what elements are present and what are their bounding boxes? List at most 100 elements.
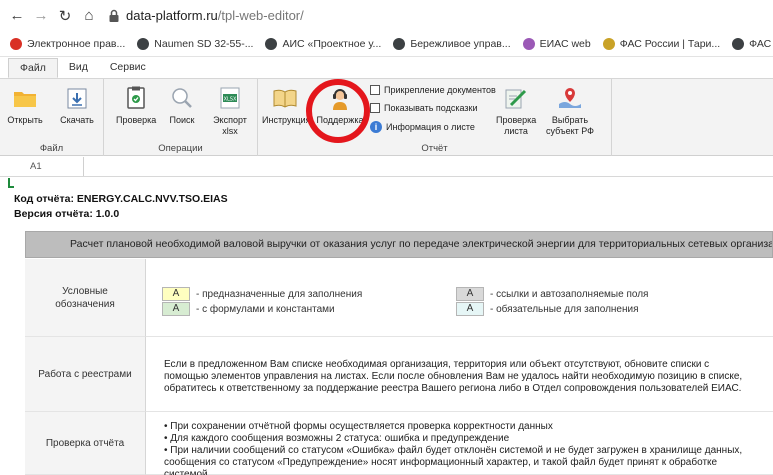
group-label-operations: Операции	[158, 143, 203, 154]
formula-bar: A1	[0, 157, 773, 177]
legend-text: - с формулами и константами	[196, 303, 335, 315]
report-version: Версия отчёта: 1.0.0	[14, 208, 120, 220]
bookmark-label: Naumen SD 32-55-...	[154, 37, 254, 50]
registry-body: Если в предложенном Вам списке необходим…	[146, 337, 773, 412]
bookmark-item[interactable]: ФАС России | Разъ...	[732, 37, 773, 50]
menu-tab-view[interactable]: Вид	[58, 58, 99, 78]
legend-title-line2: обозначения	[55, 298, 115, 310]
bookmark-item[interactable]: ФАС России | Тари...	[602, 37, 721, 50]
check-sheet-label-2: листа	[504, 126, 528, 136]
legend-text: - обязательные для заполнения	[490, 303, 639, 315]
export-label-2: xlsx	[222, 126, 238, 136]
attach-docs-checkbox[interactable]: Прикрепление документов	[370, 85, 496, 95]
bookmark-label: Бережливое управ...	[410, 37, 511, 50]
folder-icon	[12, 85, 38, 111]
legend-item-formulas: А - с формулами и константами	[162, 302, 335, 316]
check-sheet-button[interactable]: Проверка листа	[496, 85, 536, 137]
sheet-info-label: Информация о листе	[386, 122, 475, 132]
export-xlsx-button[interactable]: XLSX Экспорт xlsx	[208, 85, 252, 137]
menu-tab-file[interactable]: Файл	[8, 58, 58, 78]
legend-swatch: А	[456, 287, 484, 301]
address-bar[interactable]: data-platform.ru/tpl-web-editor/	[108, 4, 304, 28]
show-hints-checkbox[interactable]: Показывать подсказки	[370, 103, 477, 113]
legend-body: А - предназначенные для заполнения А - с…	[146, 259, 773, 337]
registry-title: Работа с реестрами	[25, 337, 146, 412]
download-icon	[64, 85, 90, 111]
search-button[interactable]: Поиск	[164, 85, 200, 126]
check-report-title: Проверка отчёта	[25, 412, 146, 475]
ribbon-group-file: Открыть Скачать Файл	[0, 79, 104, 156]
report-code: Код отчёта: ENERGY.CALC.NVV.TSO.EIAS	[14, 193, 228, 205]
bookmarks-bar: Электронное прав... Naumen SD 32-55-... АИ…	[0, 31, 773, 57]
instructions-label: Инструкция	[262, 115, 311, 125]
search-icon	[169, 85, 195, 111]
ribbon: Открыть Скачать Файл Проверка Поиск XLSX	[0, 79, 773, 156]
choose-subject-button[interactable]: Выбрать субъект РФ	[542, 85, 598, 137]
search-label: Поиск	[169, 115, 195, 125]
registry-text: Если в предложенном Вам списке необходим…	[164, 359, 743, 394]
bookmark-item[interactable]: ЕИАС web	[522, 37, 591, 50]
bookmark-favicon-icon	[10, 37, 22, 50]
check-label: Проверка	[116, 115, 157, 125]
xlsx-icon: XLSX	[217, 85, 243, 111]
selection-marker	[8, 178, 14, 188]
cell-name-box[interactable]: A1	[0, 157, 84, 176]
checkbox-icon	[370, 103, 380, 113]
bookmark-favicon-icon	[602, 37, 615, 50]
show-hints-label: Показывать подсказки	[384, 103, 478, 113]
pencil-check-icon	[503, 85, 529, 111]
browser-toolbar: ← → ↻ ⌂ data-platform.ru/tpl-web-editor/	[0, 0, 773, 31]
back-arrow-icon[interactable]: ←	[6, 5, 28, 27]
group-label-report: Отчёт	[421, 143, 448, 154]
info-icon: i	[370, 121, 382, 133]
group-label-file: Файл	[39, 143, 64, 154]
check-item: • При сохранении отчётной формы осуществ…	[164, 421, 553, 432]
bookmark-favicon-icon	[393, 37, 406, 50]
checkbox-icon	[370, 85, 380, 95]
app-menubar: Файл Вид Сервис	[0, 57, 773, 79]
download-label: Скачать	[60, 115, 94, 125]
legend-text: - ссылки и автозаполняемые поля	[490, 288, 649, 300]
check-report-body: • При сохранении отчётной формы осуществ…	[146, 412, 773, 475]
choose-subject-label-1: Выбрать	[551, 115, 589, 125]
home-icon[interactable]: ⌂	[78, 5, 100, 27]
bookmark-favicon-icon	[265, 37, 278, 50]
reload-icon[interactable]: ↻	[54, 5, 76, 27]
book-icon	[272, 85, 298, 111]
bookmark-item[interactable]: АИС «Проектное у...	[265, 37, 382, 50]
legend-title: Условные обозначения	[25, 259, 146, 337]
bookmark-favicon-icon	[522, 37, 535, 50]
bookmark-label: ЕИАС web	[539, 37, 591, 50]
check-sheet-label-1: Проверка	[496, 115, 537, 125]
clipboard-check-icon	[123, 85, 149, 111]
legend-title-line1: Условные	[62, 285, 108, 297]
sheet-info-button[interactable]: i Информация о листе	[370, 121, 475, 133]
forward-arrow-icon[interactable]: →	[30, 5, 52, 27]
ribbon-group-operations: Проверка Поиск XLSX Экспорт xlsx Операци…	[104, 79, 258, 156]
check-item: • Для каждого сообщения возможны 2 стату…	[164, 433, 510, 444]
bookmark-label: Электронное прав...	[27, 37, 126, 50]
export-label-1: Экспорт	[213, 115, 247, 125]
bookmark-label: ФАС России | Разъ...	[749, 37, 773, 50]
bookmark-label: ФАС России | Тари...	[619, 37, 721, 50]
download-button[interactable]: Скачать	[56, 85, 98, 126]
sheet-banner: Расчет плановой необходимой валовой выру…	[25, 231, 773, 258]
legend-item-required: А - обязательные для заполнения	[456, 302, 639, 316]
legend-swatch: А	[162, 287, 190, 301]
bookmark-item[interactable]: Бережливое управ...	[393, 37, 511, 50]
instructions-button[interactable]: Инструкция	[262, 85, 311, 126]
map-pin-icon	[557, 85, 583, 111]
bookmark-label: АИС «Проектное у...	[282, 37, 382, 50]
check-button[interactable]: Проверка	[116, 85, 156, 126]
open-label: Открыть	[7, 115, 43, 125]
legend-text: - предназначенные для заполнения	[196, 288, 363, 300]
legend-item-input: А - предназначенные для заполнения	[162, 287, 362, 301]
legend-swatch: А	[456, 302, 484, 316]
open-button[interactable]: Открыть	[4, 85, 46, 126]
bookmark-item[interactable]: Naumen SD 32-55-...	[137, 37, 254, 50]
url-host: data-platform.ru	[126, 8, 218, 23]
menu-tab-service[interactable]: Сервис	[99, 58, 157, 78]
check-item: • При наличии сообщений со статусом «Оши…	[164, 445, 743, 475]
highlight-circle	[306, 79, 370, 143]
bookmark-item[interactable]: Электронное прав...	[10, 37, 126, 50]
